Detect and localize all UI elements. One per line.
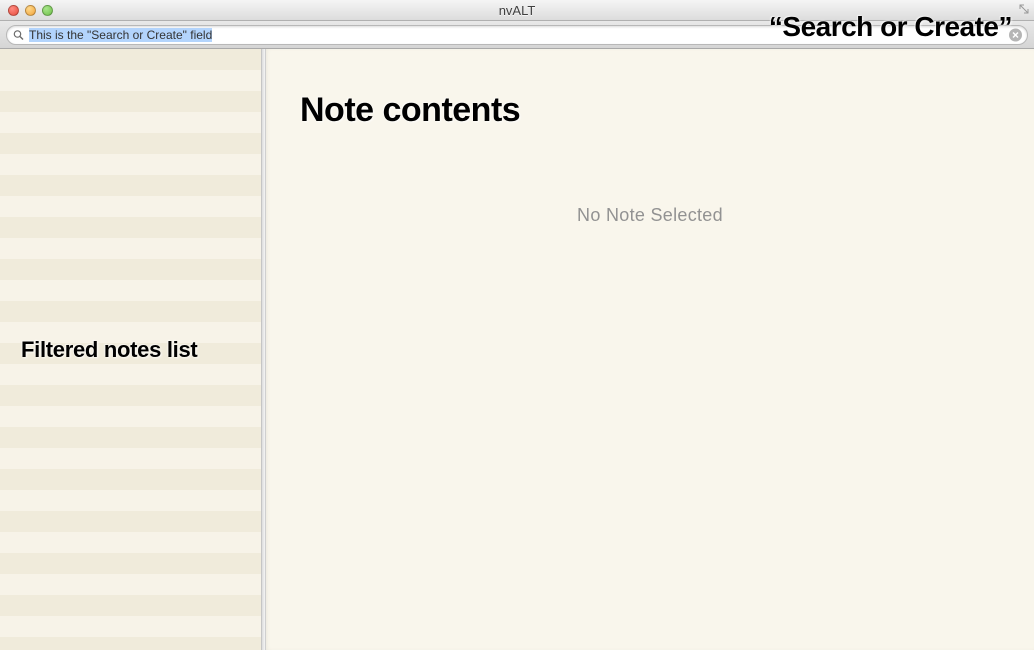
notes-list-sidebar[interactable]: [0, 49, 261, 650]
fullscreen-icon[interactable]: [1018, 3, 1030, 18]
content-area: No Note Selected: [0, 49, 1034, 650]
search-or-create-input[interactable]: [29, 26, 1005, 44]
clear-search-icon[interactable]: [1009, 28, 1022, 41]
minimize-window-button[interactable]: [25, 5, 36, 16]
close-window-button[interactable]: [8, 5, 19, 16]
notes-list-background: [0, 49, 261, 650]
search-icon: [13, 29, 24, 40]
zoom-window-button[interactable]: [42, 5, 53, 16]
note-content-pane[interactable]: No Note Selected: [266, 49, 1034, 650]
search-field-container: [6, 25, 1028, 45]
toolbar: [0, 21, 1034, 49]
empty-state-text: No Note Selected: [266, 205, 1034, 226]
window-title: nvALT: [499, 3, 536, 18]
window-titlebar: nvALT: [0, 0, 1034, 21]
traffic-lights: [8, 5, 53, 16]
